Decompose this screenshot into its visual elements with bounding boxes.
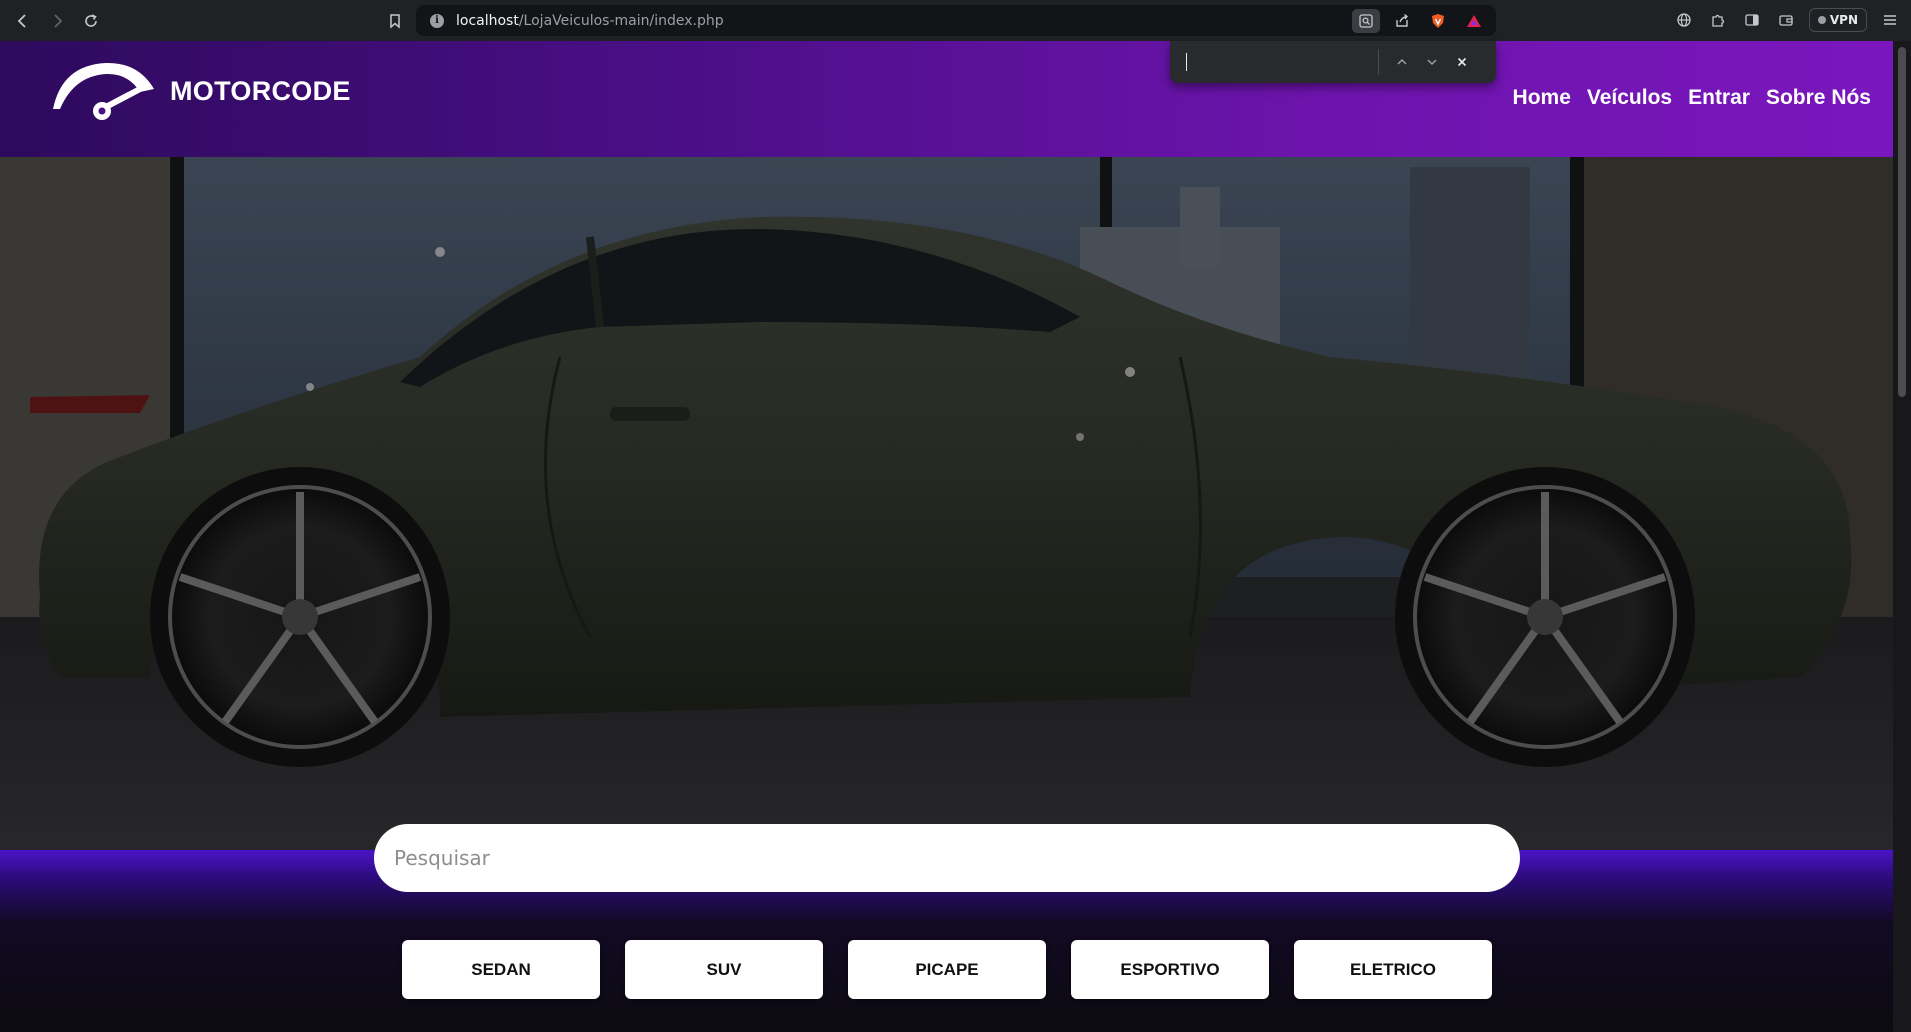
hero-banner [0, 157, 1893, 850]
vpn-button[interactable]: VPN [1808, 8, 1867, 32]
site-header: MOTORCODE Home Veículos Entrar Sobre Nós [0, 41, 1893, 157]
vpn-label: VPN [1829, 13, 1858, 27]
browser-toolbar: i localhost/LojaVeiculos-main/index.php [0, 0, 1911, 41]
category-picape-button[interactable]: PICAPE [848, 940, 1046, 999]
category-esportivo-button[interactable]: ESPORTIVO [1071, 940, 1269, 999]
nav-home[interactable]: Home [1513, 86, 1571, 110]
bookmark-icon[interactable] [382, 8, 408, 34]
speedometer-logo-icon [53, 62, 154, 120]
nav-sobre-nos[interactable]: Sobre Nós [1766, 86, 1871, 110]
search-input[interactable] [394, 846, 1520, 870]
back-icon[interactable] [10, 8, 36, 34]
find-bar [1170, 41, 1496, 83]
site-info-icon[interactable]: i [430, 13, 444, 28]
reload-icon[interactable] [78, 8, 104, 34]
find-in-page-icon[interactable] [1352, 9, 1380, 33]
sidebar-icon[interactable] [1741, 7, 1763, 33]
category-buttons: SEDAN SUV PICAPE ESPORTIVO ELETRICO [402, 940, 1492, 999]
chevron-up-icon[interactable] [1387, 47, 1417, 77]
site-logo[interactable]: MOTORCODE [50, 59, 351, 123]
address-bar[interactable]: i localhost/LojaVeiculos-main/index.php [416, 5, 1496, 36]
main-nav: Home Veículos Entrar Sobre Nós [1513, 86, 1871, 110]
extensions-icon[interactable] [1707, 7, 1729, 33]
forward-icon[interactable] [44, 8, 70, 34]
url-text[interactable]: localhost/LojaVeiculos-main/index.php [456, 13, 724, 29]
globe-icon[interactable] [1673, 7, 1695, 33]
close-icon[interactable] [1447, 47, 1477, 77]
share-icon[interactable] [1388, 9, 1416, 33]
brave-rewards-icon[interactable] [1460, 9, 1488, 33]
page-viewport: MOTORCODE Home Veículos Entrar Sobre Nós [0, 41, 1893, 1032]
find-input[interactable] [1178, 47, 1378, 77]
page-scrollbar[interactable] [1893, 41, 1911, 1032]
find-bar-divider [1378, 49, 1379, 75]
category-sedan-button[interactable]: SEDAN [402, 940, 600, 999]
search-box[interactable] [374, 824, 1520, 892]
vpn-status-icon [1817, 16, 1826, 24]
brave-shields-icon[interactable] [1424, 9, 1452, 33]
wallet-icon[interactable] [1775, 7, 1797, 33]
hero-car-image [0, 157, 1893, 850]
nav-veiculos[interactable]: Veículos [1587, 86, 1672, 110]
scrollbar-thumb[interactable] [1898, 47, 1906, 397]
nav-entrar[interactable]: Entrar [1688, 86, 1750, 110]
menu-icon[interactable] [1879, 7, 1901, 33]
chevron-down-icon[interactable] [1417, 47, 1447, 77]
brand-name: MOTORCODE [170, 75, 351, 106]
category-suv-button[interactable]: SUV [625, 940, 823, 999]
text-caret [1186, 53, 1187, 71]
category-eletrico-button[interactable]: ELETRICO [1294, 940, 1492, 999]
